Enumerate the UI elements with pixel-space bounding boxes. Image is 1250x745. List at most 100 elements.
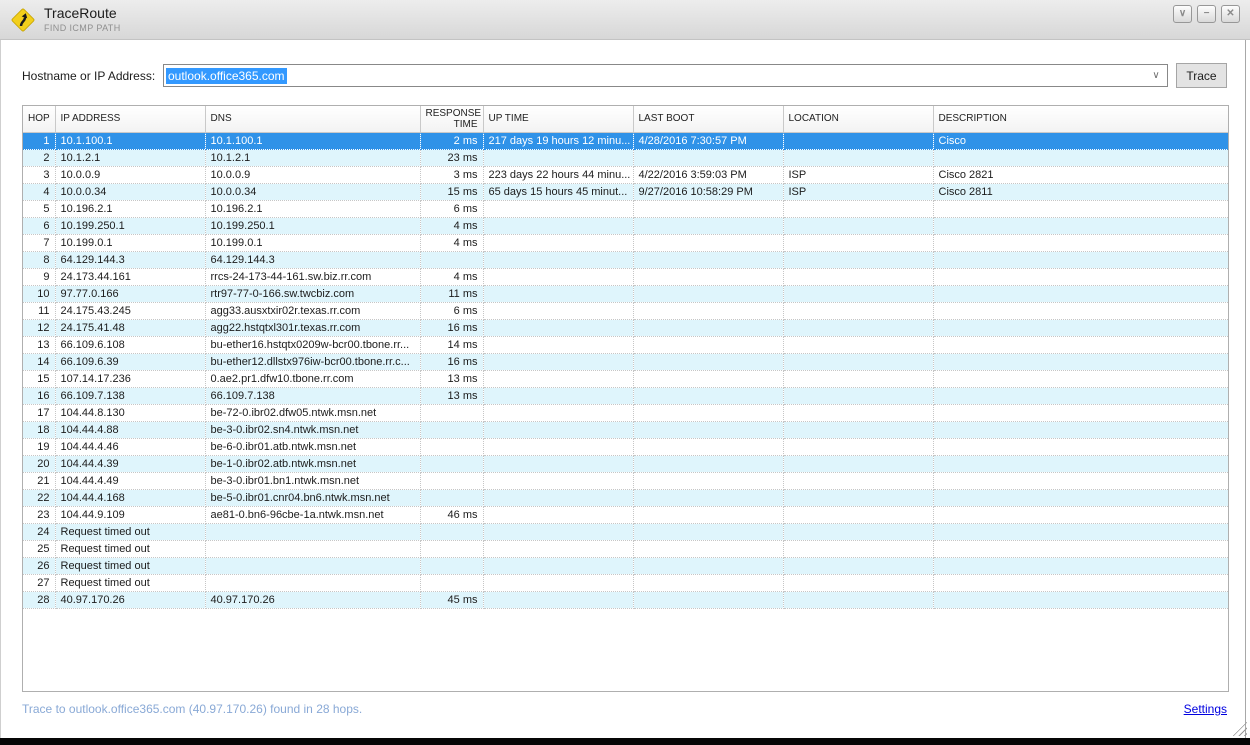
cell-ip: 24.175.43.245 (55, 302, 205, 319)
table-row[interactable]: 510.196.2.110.196.2.16 ms (23, 200, 1228, 217)
cell-ip: 64.129.144.3 (55, 251, 205, 268)
cell-dns (205, 557, 420, 574)
cell-last_boot (633, 370, 783, 387)
cell-response: 6 ms (420, 200, 483, 217)
cell-last_boot: 4/22/2016 3:59:03 PM (633, 166, 783, 183)
cell-dns: be-3-0.ibr02.sn4.ntwk.msn.net (205, 421, 420, 438)
trace-button[interactable]: Trace (1176, 63, 1227, 88)
cell-last_boot (633, 149, 783, 166)
cell-response (420, 523, 483, 540)
cell-last_boot (633, 489, 783, 506)
cell-last_boot (633, 285, 783, 302)
cell-hop: 23 (23, 506, 55, 523)
table-row[interactable]: 110.1.100.110.1.100.12 ms217 days 19 hou… (23, 132, 1228, 149)
header-cell-description[interactable]: DESCRIPTION (933, 106, 1228, 132)
table-row[interactable]: 1666.109.7.13866.109.7.13813 ms (23, 387, 1228, 404)
cell-response: 46 ms (420, 506, 483, 523)
cell-response: 13 ms (420, 387, 483, 404)
cell-response: 23 ms (420, 149, 483, 166)
table-row[interactable]: 25Request timed out (23, 540, 1228, 557)
header-cell-uptime[interactable]: UP TIME (483, 106, 633, 132)
table-row[interactable]: 1224.175.41.48agg22.hstqtxl301r.texas.rr… (23, 319, 1228, 336)
cell-description (933, 472, 1228, 489)
cell-description (933, 149, 1228, 166)
table-row[interactable]: 1366.109.6.108bu-ether16.hstqtx0209w-bcr… (23, 336, 1228, 353)
cell-ip: 24.173.44.161 (55, 268, 205, 285)
cell-response: 4 ms (420, 234, 483, 251)
cell-uptime (483, 251, 633, 268)
cell-dns: 10.1.2.1 (205, 149, 420, 166)
cell-description (933, 506, 1228, 523)
table-row[interactable]: 610.199.250.110.199.250.14 ms (23, 217, 1228, 234)
table-row[interactable]: 21104.44.4.49be-3-0.ibr01.bn1.ntwk.msn.n… (23, 472, 1228, 489)
cell-uptime (483, 234, 633, 251)
header-cell-hop[interactable]: HOP (23, 106, 55, 132)
cell-hop: 22 (23, 489, 55, 506)
settings-link[interactable]: Settings (1184, 702, 1227, 716)
table-row[interactable]: 26Request timed out (23, 557, 1228, 574)
table-row[interactable]: 410.0.0.3410.0.0.3415 ms65 days 15 hours… (23, 183, 1228, 200)
cell-last_boot (633, 472, 783, 489)
cell-hop: 12 (23, 319, 55, 336)
hostname-input-value: outlook.office365.com (166, 68, 287, 84)
cell-dns: be-5-0.ibr01.cnr04.bn6.ntwk.msn.net (205, 489, 420, 506)
cell-hop: 4 (23, 183, 55, 200)
cell-description (933, 302, 1228, 319)
hostname-input[interactable]: outlook.office365.com ∨ (163, 64, 1168, 87)
table-row[interactable]: 27Request timed out (23, 574, 1228, 591)
table-row[interactable]: 310.0.0.910.0.0.93 ms223 days 22 hours 4… (23, 166, 1228, 183)
cell-uptime: 223 days 22 hours 44 minu... (483, 166, 633, 183)
cell-dns: agg22.hstqtxl301r.texas.rr.com (205, 319, 420, 336)
chevron-down-icon: ∨ (1179, 9, 1186, 19)
cell-ip: 107.14.17.236 (55, 370, 205, 387)
cell-dns: agg33.ausxtxir02r.texas.rr.com (205, 302, 420, 319)
table-row[interactable]: 1097.77.0.166rtr97-77-0-166.sw.twcbiz.co… (23, 285, 1228, 302)
cell-ip: 104.44.4.168 (55, 489, 205, 506)
cell-dns: bu-ether12.dllstx976iw-bcr00.tbone.rr.c.… (205, 353, 420, 370)
table-row[interactable]: 19104.44.4.46be-6-0.ibr01.atb.ntwk.msn.n… (23, 438, 1228, 455)
table-row[interactable]: 710.199.0.110.199.0.14 ms (23, 234, 1228, 251)
header-cell-response[interactable]: RESPONSE TIME (420, 106, 483, 132)
window-title: TraceRoute (44, 5, 121, 22)
table-row[interactable]: 1466.109.6.39bu-ether12.dllstx976iw-bcr0… (23, 353, 1228, 370)
table-row[interactable]: 18104.44.4.88be-3-0.ibr02.sn4.ntwk.msn.n… (23, 421, 1228, 438)
cell-response: 16 ms (420, 319, 483, 336)
cell-description (933, 370, 1228, 387)
cell-dns: 64.129.144.3 (205, 251, 420, 268)
cell-hop: 10 (23, 285, 55, 302)
cell-uptime (483, 472, 633, 489)
table-row[interactable]: 2840.97.170.2640.97.170.2645 ms (23, 591, 1228, 608)
table-row[interactable]: 924.173.44.161rrcs-24-173-44-161.sw.biz.… (23, 268, 1228, 285)
cell-description (933, 353, 1228, 370)
header-cell-ip[interactable]: IP ADDRESS (55, 106, 205, 132)
close-button[interactable]: ✕ (1221, 5, 1240, 23)
table-row[interactable]: 20104.44.4.39be-1-0.ibr02.atb.ntwk.msn.n… (23, 455, 1228, 472)
cell-ip: 66.109.6.108 (55, 336, 205, 353)
table-row[interactable]: 22104.44.4.168be-5-0.ibr01.cnr04.bn6.ntw… (23, 489, 1228, 506)
table-row[interactable]: 1124.175.43.245agg33.ausxtxir02r.texas.r… (23, 302, 1228, 319)
table-row[interactable]: 24Request timed out (23, 523, 1228, 540)
table-row[interactable]: 15107.14.17.2360.ae2.pr1.dfw10.tbone.rr.… (23, 370, 1228, 387)
collapse-button[interactable]: ∨ (1173, 5, 1192, 23)
resize-grip-icon[interactable] (1232, 721, 1247, 736)
table-row[interactable]: 23104.44.9.109ae81-0.bn6-96cbe-1a.ntwk.m… (23, 506, 1228, 523)
table-row[interactable]: 210.1.2.110.1.2.123 ms (23, 149, 1228, 166)
header-cell-last_boot[interactable]: LAST BOOT (633, 106, 783, 132)
table-row[interactable]: 864.129.144.364.129.144.3 (23, 251, 1228, 268)
cell-last_boot (633, 234, 783, 251)
cell-response (420, 540, 483, 557)
cell-uptime (483, 302, 633, 319)
dropdown-arrow-icon[interactable]: ∨ (1148, 67, 1164, 84)
cell-last_boot (633, 268, 783, 285)
cell-uptime (483, 387, 633, 404)
cell-location (783, 455, 933, 472)
header-cell-location[interactable]: LOCATION (783, 106, 933, 132)
minimize-button[interactable]: − (1197, 5, 1216, 23)
cell-last_boot (633, 217, 783, 234)
minimize-icon: − (1204, 9, 1210, 19)
header-cell-dns[interactable]: DNS (205, 106, 420, 132)
cell-location (783, 251, 933, 268)
cell-ip: 104.44.8.130 (55, 404, 205, 421)
table-row[interactable]: 17104.44.8.130be-72-0.ibr02.dfw05.ntwk.m… (23, 404, 1228, 421)
cell-description (933, 591, 1228, 608)
